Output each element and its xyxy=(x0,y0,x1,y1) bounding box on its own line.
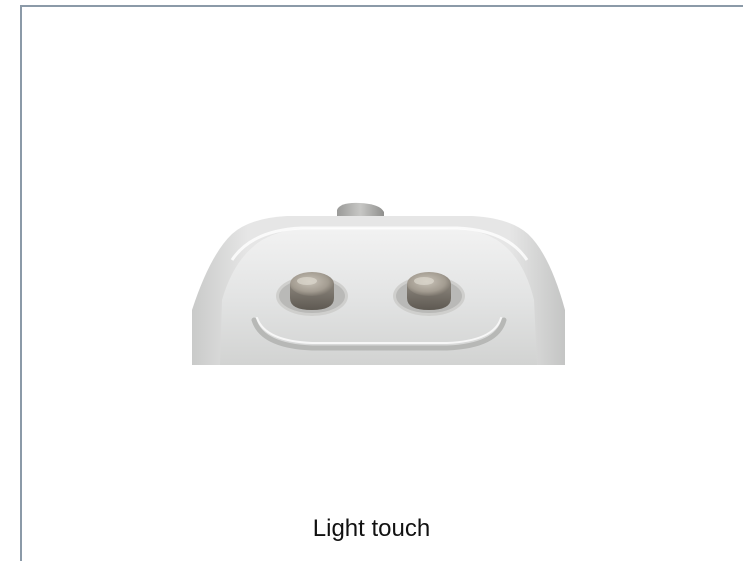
frame-border-top xyxy=(20,5,743,7)
caption-text: Light touch xyxy=(312,515,431,542)
foot-pedal-image xyxy=(192,202,565,365)
slide-caption: Light touch xyxy=(0,515,743,543)
frame-border-left xyxy=(20,5,22,561)
slide-frame: Light touch xyxy=(0,0,743,561)
